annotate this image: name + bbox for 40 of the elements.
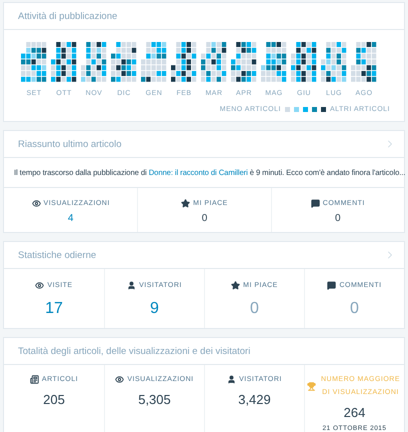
stat-value[interactable]: 17 (45, 300, 63, 318)
stat-value: 0 (250, 300, 259, 318)
activity-grid-drawing (261, 42, 287, 82)
person-icon (227, 375, 236, 384)
activity-grid-drawing (111, 42, 137, 82)
trophy-icon (307, 382, 316, 390)
card-header[interactable]: Statistiche odierne (4, 242, 404, 269)
activity-grid-drawing (321, 42, 347, 82)
eye-icon (35, 281, 44, 290)
card-title: Statistiche odierne (18, 250, 96, 260)
stat-value: 5,305 (138, 392, 171, 407)
stat-value[interactable]: 9 (150, 300, 159, 318)
stat-value: 0 (202, 213, 208, 224)
activity-grid-drawing (171, 42, 197, 82)
activity-grid-drawing (231, 42, 257, 82)
comment-icon (310, 199, 320, 208)
activity-grid-drawing (201, 42, 227, 82)
comment-icon (327, 281, 336, 290)
activity-grid-drawing (21, 42, 47, 82)
star-icon (231, 281, 240, 290)
eye-icon (32, 199, 41, 208)
card-title: Attività di pubblicazione (18, 10, 118, 22)
stat-value: 0 (335, 213, 341, 224)
eye-icon (115, 375, 124, 384)
stat-value: 205 (43, 392, 65, 407)
stat-value: 0 (350, 300, 359, 318)
card-title: Totalità degli articoli, delle visualizzazioni e dei visitatori (18, 346, 250, 356)
stat-value[interactable]: 4 (68, 213, 74, 224)
star-icon (181, 199, 190, 208)
person-icon (127, 281, 136, 290)
stat-value: 264 (344, 405, 366, 420)
card-header[interactable]: Riassunto ultimo articolo (4, 131, 404, 158)
activity-grid-drawing (351, 42, 377, 82)
card-title: Riassunto ultimo articolo (18, 138, 122, 150)
activity-grid-drawing (291, 42, 317, 82)
newspaper-icon (30, 375, 39, 384)
activity-grid-drawing (81, 42, 107, 82)
activity-grid-drawing (51, 42, 77, 82)
stat-value: 3,429 (238, 392, 271, 407)
activity-grid-drawing (141, 42, 167, 82)
